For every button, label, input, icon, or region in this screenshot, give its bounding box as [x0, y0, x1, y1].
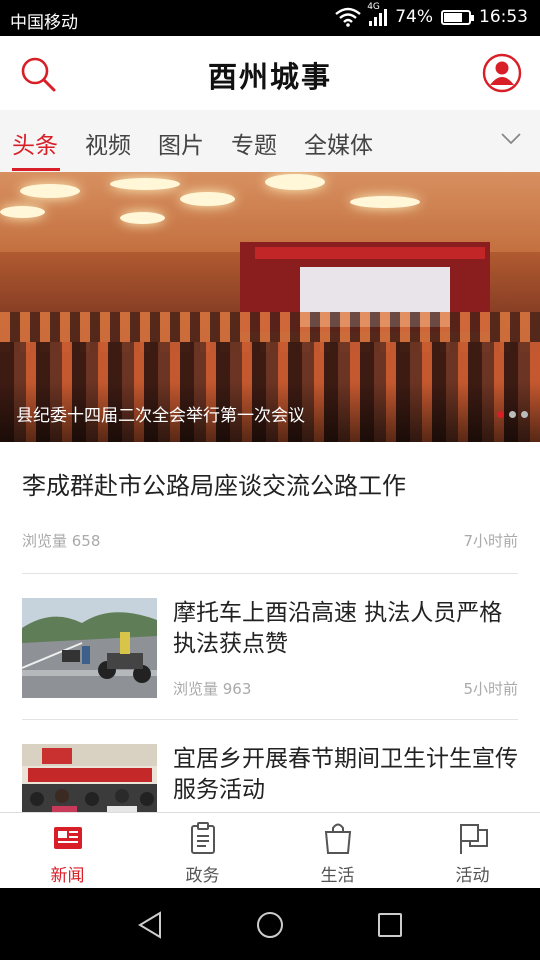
ceiling-light [350, 196, 420, 208]
recent-apps-icon[interactable] [375, 910, 405, 940]
ceiling-light [0, 206, 45, 218]
nav-government[interactable]: 政务 [135, 813, 270, 889]
network-type: 4G [367, 2, 380, 12]
nav-news[interactable]: 新闻 [0, 813, 135, 889]
active-tab-indicator [12, 168, 60, 171]
nav-label: 活动 [455, 866, 490, 886]
nav-label: 新闻 [50, 866, 85, 886]
app-header: 酉州城事 [0, 36, 540, 110]
wifi-icon [335, 7, 361, 27]
system-navigation-bar [0, 888, 540, 960]
status-bar: 中国移动 4G 74% 16:53 [0, 0, 540, 36]
user-icon[interactable] [482, 53, 522, 93]
tab-video[interactable]: 视频 [85, 126, 131, 160]
battery-fill [444, 12, 462, 22]
banner-carousel[interactable]: 县纪委十四届二次全会举行第一次会议 [0, 172, 540, 442]
flag-icon [459, 824, 488, 854]
app-title: 酉州城事 [207, 60, 332, 94]
carousel-indicator [497, 411, 528, 418]
news-title: 摩托车上酉沿高速 执法人员严格执法获点赞 [173, 600, 503, 657]
ceiling-light [110, 178, 180, 190]
news-thumbnail [22, 598, 157, 698]
battery-icon [441, 9, 474, 25]
tab-headlines[interactable]: 头条 [12, 126, 58, 160]
nav-activities[interactable]: 活动 [405, 813, 540, 889]
carrier-label: 中国移动 [10, 13, 78, 33]
chevron-down-icon[interactable] [500, 130, 522, 146]
publish-time: 7小时前 [463, 532, 518, 550]
category-tabs: 头条 视频 图片 专题 全媒体 [0, 110, 540, 172]
ceiling-light [120, 212, 165, 224]
signal-icon: 4G [367, 2, 388, 26]
publish-time: 5小时前 [463, 680, 518, 698]
news-title: 李成群赴市公路局座谈交流公路工作 [22, 472, 406, 500]
news-title: 宜居乡开展春节期间卫生计生宣传服务活动 [173, 746, 518, 803]
clock: 16:53 [479, 7, 528, 27]
carousel-dot[interactable] [497, 411, 504, 418]
newspaper-icon [53, 827, 82, 849]
nav-label: 政务 [185, 866, 220, 886]
tab-all-media[interactable]: 全媒体 [304, 126, 373, 160]
news-item[interactable]: 李成群赴市公路局座谈交流公路工作 浏览量 658 7小时前 [0, 442, 540, 574]
nav-label: 生活 [320, 866, 355, 886]
news-item[interactable]: 摩托车上酉沿高速 执法人员严格执法获点赞 浏览量 963 5小时前 [0, 574, 540, 719]
home-icon[interactable] [255, 910, 285, 940]
clipboard-icon [190, 822, 215, 854]
carousel-dot[interactable] [521, 411, 528, 418]
back-icon[interactable] [136, 910, 166, 940]
ceiling-light [265, 174, 325, 190]
nav-life[interactable]: 生活 [270, 813, 405, 889]
tab-topics[interactable]: 专题 [231, 126, 277, 160]
shopping-bag-icon [324, 823, 351, 854]
view-count: 浏览量 658 [22, 532, 101, 550]
ceiling-light [20, 184, 80, 198]
ceiling-light [180, 192, 235, 206]
status-icons: 4G 74% 16:53 [335, 2, 528, 27]
banner-image-stage-banner [255, 247, 485, 259]
carousel-dot[interactable] [509, 411, 516, 418]
bottom-navigation: 新闻 政务 生活 活动 [0, 812, 540, 889]
tab-pictures[interactable]: 图片 [158, 126, 204, 160]
view-count: 浏览量 963 [173, 680, 252, 698]
battery-percent: 74% [395, 7, 433, 27]
banner-caption: 县纪委十四届二次全会举行第一次会议 [16, 406, 305, 426]
